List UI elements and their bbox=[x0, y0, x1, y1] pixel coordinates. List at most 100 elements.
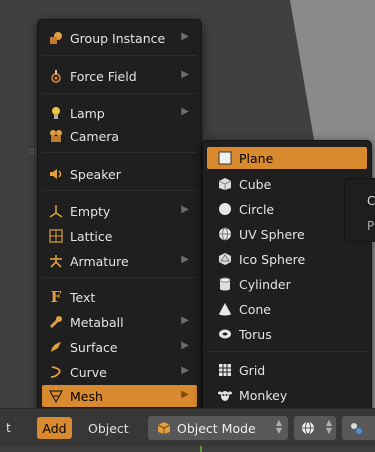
empty-icon bbox=[48, 203, 64, 219]
viewport-shading-selector[interactable]: ▲ ▼ bbox=[294, 416, 336, 440]
menu-item-label: Speaker bbox=[70, 166, 121, 182]
menu-separator bbox=[42, 55, 197, 56]
object-mode-icon bbox=[156, 420, 172, 436]
menu-item-label: Cone bbox=[239, 301, 271, 317]
menu-item-label: Camera bbox=[70, 128, 120, 144]
menu-item-surface[interactable]: Surface ▶ bbox=[42, 336, 197, 358]
armature-icon bbox=[48, 253, 64, 269]
menu-item-label: Monkey bbox=[239, 387, 288, 403]
menu-item-label: Lattice bbox=[70, 228, 113, 244]
torus-icon bbox=[217, 326, 233, 342]
uv-sphere-icon bbox=[217, 226, 233, 242]
tooltip-python: P bbox=[367, 219, 375, 233]
menu-item-label: Surface bbox=[70, 339, 118, 355]
menu-item-text[interactable]: F Text bbox=[42, 286, 197, 308]
tooltip-title: C bbox=[367, 194, 375, 208]
submenu-arrow-icon: ▶ bbox=[181, 389, 189, 400]
menu-item-curve[interactable]: Curve ▶ bbox=[42, 361, 197, 383]
submenu-arrow-icon: ▶ bbox=[181, 69, 189, 80]
menu-item-label: Group Instance bbox=[70, 30, 166, 46]
menu-item-label: Metaball bbox=[70, 314, 124, 330]
menu-item-cube[interactable]: Cube bbox=[207, 173, 367, 195]
menu-item-label: Force Field bbox=[70, 68, 137, 84]
updown-arrows-icon: ▲ ▼ bbox=[325, 418, 332, 435]
grid-icon bbox=[217, 362, 233, 378]
ico-sphere-icon bbox=[217, 251, 233, 267]
menu-item-circle[interactable]: Circle bbox=[207, 198, 367, 220]
menu-item-ico-sphere[interactable]: Ico Sphere bbox=[207, 248, 367, 270]
menu-item-group-instance[interactable]: Group Instance ▶ bbox=[42, 27, 197, 49]
submenu-arrow-icon: ▶ bbox=[181, 106, 189, 117]
menu-item-label: Torus bbox=[239, 326, 272, 342]
circle-icon bbox=[217, 201, 233, 217]
submenu-arrow-icon: ▶ bbox=[181, 204, 189, 215]
timeline-marker bbox=[200, 446, 202, 452]
tooltip: C P bbox=[344, 178, 375, 242]
menu-item-plane[interactable]: Plane bbox=[207, 147, 367, 169]
pivot-icon bbox=[348, 420, 364, 436]
menu-item-mesh[interactable]: Mesh ▶ bbox=[42, 385, 197, 407]
lamp-icon bbox=[48, 105, 64, 121]
menu-item-label: Lamp bbox=[70, 105, 105, 121]
menu-item-metaball[interactable]: Metaball ▶ bbox=[42, 311, 197, 333]
curve-icon bbox=[48, 364, 64, 380]
menu-item-label: UV Sphere bbox=[239, 226, 305, 242]
cylinder-icon bbox=[217, 276, 233, 292]
menu-item-lattice[interactable]: Lattice bbox=[42, 225, 197, 247]
menu-separator bbox=[42, 152, 197, 153]
submenu-arrow-icon: ▶ bbox=[181, 31, 189, 42]
area-split-handle[interactable]: :: bbox=[29, 148, 35, 157]
menu-item-cylinder[interactable]: Cylinder bbox=[207, 273, 367, 295]
pivot-point-selector[interactable] bbox=[342, 416, 375, 440]
submenu-arrow-icon: ▶ bbox=[181, 315, 189, 326]
menu-item-label: Ico Sphere bbox=[239, 251, 306, 267]
mode-label: Object Mode bbox=[177, 420, 256, 436]
submenu-arrow-icon: ▶ bbox=[181, 254, 189, 265]
menu-item-armature[interactable]: Armature ▶ bbox=[42, 250, 197, 272]
menu-separator bbox=[42, 277, 197, 278]
camera-icon bbox=[48, 128, 64, 144]
mode-selector[interactable]: Object Mode ▲ ▼ bbox=[148, 416, 288, 440]
object-menu-button[interactable]: Object bbox=[82, 417, 135, 439]
menu-item-label: Plane bbox=[239, 150, 274, 166]
menu-item-cone[interactable]: Cone bbox=[207, 298, 367, 320]
shading-sphere-icon bbox=[300, 420, 316, 436]
menu-item-force-field[interactable]: Force Field ▶ bbox=[42, 65, 197, 87]
menu-item-label: Armature bbox=[70, 253, 129, 269]
menu-item-label: Cube bbox=[239, 176, 272, 192]
menu-item-label: Empty bbox=[70, 203, 111, 219]
add-menu: Group Instance ▶ Force Field ▶ Lamp ▶ Ca… bbox=[37, 19, 202, 413]
updown-arrows-icon: ▲ ▼ bbox=[275, 418, 282, 435]
menu-item-label: Grid bbox=[239, 362, 266, 378]
plane-icon bbox=[217, 150, 233, 166]
force-field-icon bbox=[48, 68, 64, 84]
add-menu-button[interactable]: Add bbox=[37, 417, 72, 439]
viewport-header: t Add Object Object Mode ▲ ▼ ▲ ▼ bbox=[0, 408, 375, 452]
lattice-icon bbox=[48, 228, 64, 244]
menu-item-speaker[interactable]: Speaker bbox=[42, 163, 197, 185]
monkey-icon bbox=[217, 387, 233, 403]
menu-item-label: Curve bbox=[70, 364, 107, 380]
menu-item-label: Text bbox=[70, 289, 96, 305]
view-menu-label[interactable]: t bbox=[6, 420, 11, 435]
cube-icon bbox=[217, 176, 233, 192]
menu-separator bbox=[207, 351, 367, 352]
menu-separator bbox=[42, 190, 197, 191]
menu-item-label: Circle bbox=[239, 201, 275, 217]
menu-item-camera[interactable]: Camera bbox=[42, 125, 197, 147]
text-icon: F bbox=[50, 288, 62, 306]
mesh-icon bbox=[48, 388, 64, 404]
menu-separator bbox=[42, 93, 197, 94]
surface-icon bbox=[48, 339, 64, 355]
menu-item-monkey[interactable]: Monkey bbox=[207, 384, 367, 406]
menu-item-empty[interactable]: Empty ▶ bbox=[42, 200, 197, 222]
menu-item-uv-sphere[interactable]: UV Sphere bbox=[207, 223, 367, 245]
menu-item-label: Cylinder bbox=[239, 276, 291, 292]
menu-item-grid[interactable]: Grid bbox=[207, 359, 367, 381]
metaball-icon bbox=[48, 314, 64, 330]
header-bar: t Add Object Object Mode ▲ ▼ ▲ ▼ bbox=[0, 408, 375, 447]
menu-item-torus[interactable]: Torus bbox=[207, 323, 367, 345]
cone-icon bbox=[217, 301, 233, 317]
menu-item-lamp[interactable]: Lamp ▶ bbox=[42, 102, 197, 124]
menu-item-label: Mesh bbox=[70, 388, 103, 404]
